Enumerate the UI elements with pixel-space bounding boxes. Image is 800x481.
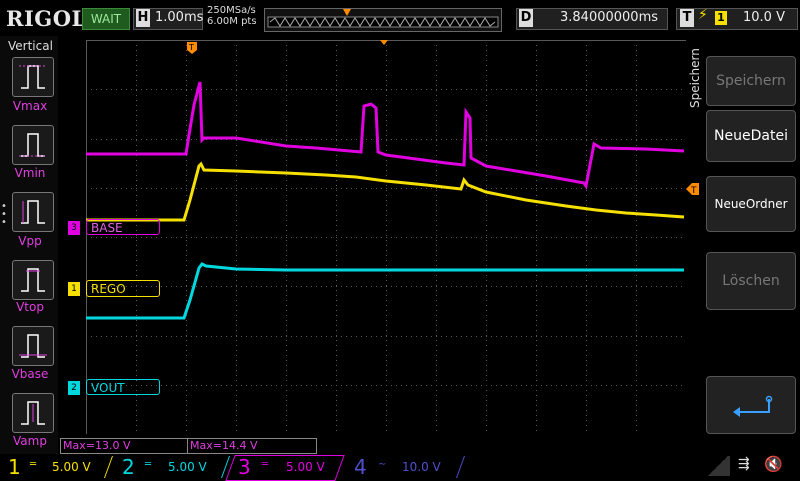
new-file-button[interactable]: NeueDatei	[706, 110, 796, 162]
ch3-label: BASE	[86, 219, 160, 235]
measure-vmax-button[interactable]	[12, 57, 54, 97]
ch4-number[interactable]: 4	[354, 455, 367, 479]
trigger-source-badge: 1	[715, 11, 727, 25]
acquisition-info: 250MSa/s 6.00M pts	[207, 5, 257, 27]
measure-vpp-label: Vpp	[18, 234, 42, 248]
svg-text:T: T	[690, 186, 697, 196]
ch3-offset-marker[interactable]: 3	[68, 221, 80, 235]
channel-status-bar	[0, 454, 800, 480]
ch2-number[interactable]: 2	[122, 455, 135, 479]
save-button[interactable]: Speichern	[706, 56, 796, 106]
ch2-offset-marker[interactable]: 2	[68, 381, 80, 395]
ch2-trace	[86, 262, 684, 320]
rising-edge-icon: ⚡	[698, 7, 708, 23]
measure-vtop-button[interactable]	[12, 260, 54, 300]
sample-rate: 250MSa/s	[207, 5, 256, 16]
measure-vpp-button[interactable]	[12, 192, 54, 232]
speaker-muted-icon[interactable]: 🔇	[764, 455, 783, 473]
waveform-position-bar[interactable]	[264, 8, 502, 32]
measure-vmin-button[interactable]	[12, 125, 54, 165]
measure-vbase-label: Vbase	[11, 367, 49, 381]
ch2-coupling-dc-icon: ═	[145, 459, 152, 470]
ch1-label: REGO	[86, 280, 160, 297]
memory-depth: 6.00M pts	[207, 16, 257, 27]
ch3-trace	[86, 81, 685, 190]
return-arrow-icon	[733, 395, 773, 417]
ch4-scale[interactable]: 10.0 V	[402, 460, 441, 474]
measure-panel-title: Vertical	[8, 39, 53, 53]
measure-vamp-button[interactable]	[12, 393, 54, 433]
ch1-trace	[86, 161, 685, 222]
center-marker	[380, 40, 388, 45]
memory-overview-icon	[267, 9, 499, 28]
run-status-badge[interactable]: WAIT	[82, 8, 130, 30]
delay-value: 3.84000000ms	[560, 10, 659, 25]
measurement-result-2[interactable]: Max=14.4 V	[187, 438, 317, 454]
page-dots-icon: • • •	[1, 201, 7, 228]
vmin-waveform-icon	[19, 133, 47, 157]
delete-button[interactable]: Löschen	[706, 252, 796, 310]
vtop-waveform-icon	[21, 268, 45, 292]
ch2-scale[interactable]: 5.00 V	[168, 460, 207, 474]
return-button[interactable]	[706, 376, 796, 434]
ch2-label: VOUT	[86, 379, 160, 395]
vpp-waveform-icon	[21, 200, 45, 224]
ch3-scale[interactable]: 5.00 V	[286, 460, 325, 474]
menu-title: Speichern	[688, 48, 702, 108]
measure-vtop-label: Vtop	[16, 300, 44, 314]
delay-key-label: D	[519, 9, 533, 27]
ch1-scale[interactable]: 5.00 V	[52, 460, 91, 474]
trigger-key-label: T	[680, 9, 694, 27]
trigger-position-marker	[343, 9, 351, 16]
graticule-lines	[86, 40, 687, 435]
vamp-waveform-icon	[21, 401, 45, 425]
ch1-number[interactable]: 1	[8, 455, 21, 479]
measure-vbase-button[interactable]	[12, 326, 54, 366]
horizontal-key-label: H	[136, 9, 150, 27]
ch3-coupling-dc-icon: ═	[262, 459, 269, 470]
new-folder-button[interactable]: NeueOrdner	[706, 176, 796, 232]
svg-text:T: T	[188, 43, 194, 52]
vmax-waveform-icon	[19, 65, 47, 89]
waveform-display[interactable]: T	[86, 40, 687, 435]
ch1-coupling-dc-icon: ═	[30, 459, 37, 470]
vbase-waveform-icon	[19, 334, 47, 358]
trigger-level-value: 10.0 V	[743, 10, 785, 25]
measure-vmax-label: Vmax	[12, 99, 48, 113]
ch4-coupling-ac-icon: ∼	[378, 459, 387, 470]
graticule: T	[86, 40, 687, 435]
brand-logo: RIGOL	[6, 6, 87, 31]
ch3-number[interactable]: 3	[238, 455, 251, 479]
corner-decoration	[706, 456, 730, 476]
ch1-offset-marker[interactable]: 1	[68, 282, 80, 296]
measure-vmin-label: Vmin	[14, 166, 46, 180]
usb-icon: ⇶	[738, 456, 750, 472]
trigger-level-marker[interactable]: T	[686, 182, 700, 196]
measure-vamp-label: Vamp	[13, 434, 47, 448]
measurement-result-1[interactable]: Max=13.0 V	[60, 438, 188, 454]
timebase-value: 1.00ms	[155, 10, 204, 25]
